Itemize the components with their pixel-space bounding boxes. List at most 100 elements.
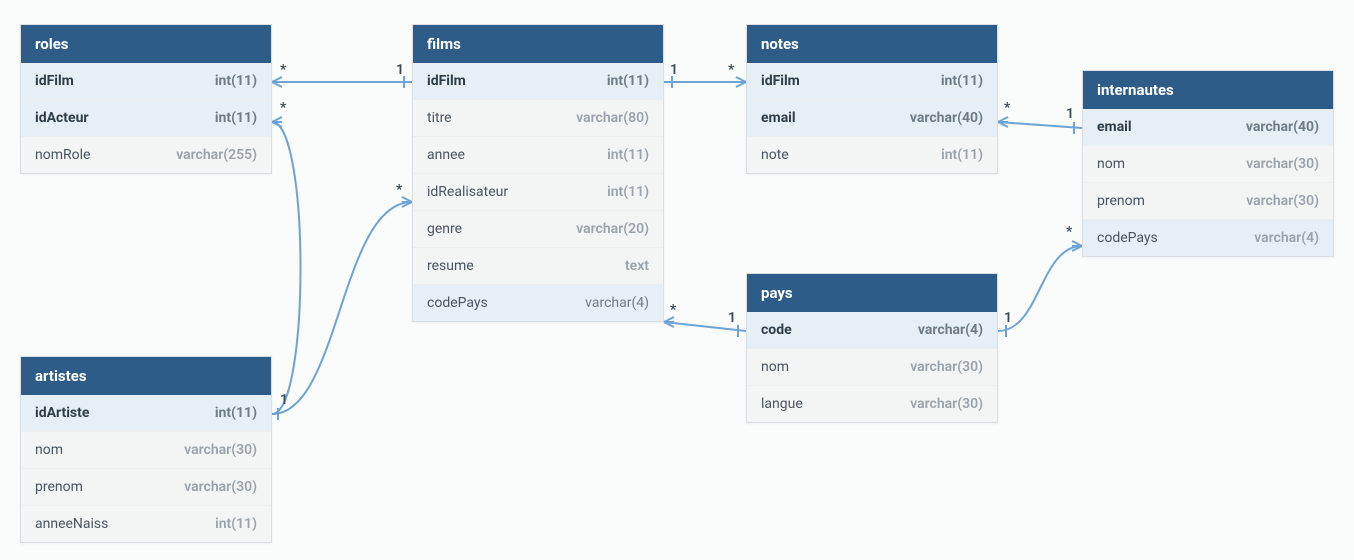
attr-roles-nomRole: nomRole varchar(255) (21, 136, 271, 173)
rel-films-pays (664, 322, 746, 331)
attr-name: idFilm (761, 73, 800, 89)
entity-internautes[interactable]: internautes email varchar(40) nom varcha… (1082, 70, 1334, 257)
attr-internautes-prenom: prenom varchar(30) (1083, 182, 1333, 219)
attr-name: nomRole (35, 147, 90, 163)
card-notes-idFilm-many: * (728, 62, 734, 78)
attr-name: idFilm (35, 73, 74, 89)
attr-name: email (761, 110, 796, 126)
attr-notes-email: email varchar(40) (747, 99, 997, 136)
attr-name: codePays (427, 295, 488, 311)
attr-type: varchar(4) (918, 322, 983, 338)
entity-notes[interactable]: notes idFilm int(11) email varchar(40) n… (746, 24, 998, 174)
attr-name: idArtiste (35, 405, 89, 421)
entity-films-header: films (413, 25, 663, 63)
entity-notes-header: notes (747, 25, 997, 63)
attr-roles-idActeur: idActeur int(11) (21, 99, 271, 136)
attr-roles-idFilm: idFilm int(11) (21, 63, 271, 99)
attr-type: varchar(40) (1246, 119, 1319, 135)
attr-internautes-codePays: codePays varchar(4) (1083, 219, 1333, 256)
attr-name: nom (35, 442, 63, 458)
entity-roles[interactable]: roles idFilm int(11) idActeur int(11) no… (20, 24, 272, 174)
attr-type: int(11) (215, 405, 257, 421)
attr-films-annee: annee int(11) (413, 136, 663, 173)
attr-type: varchar(40) (910, 110, 983, 126)
attr-name: prenom (35, 479, 83, 495)
card-pays-code-one-r: 1 (1004, 310, 1012, 326)
attr-type: varchar(80) (576, 110, 649, 126)
attr-name: idFilm (427, 73, 466, 89)
attr-name: idRealisateur (427, 184, 508, 200)
attr-name: genre (427, 221, 462, 237)
entity-films[interactable]: films idFilm int(11) titre varchar(80) a… (412, 24, 664, 322)
card-films-codePays-many: * (670, 302, 676, 318)
attr-type: varchar(30) (910, 359, 983, 375)
attr-type: varchar(30) (184, 479, 257, 495)
attr-type: varchar(4) (585, 295, 649, 311)
card-roles-idFilm-many: * (280, 62, 286, 78)
attr-films-idFilm: idFilm int(11) (413, 63, 663, 99)
attr-name: anneeNaiss (35, 516, 108, 532)
attr-name: prenom (1097, 193, 1145, 209)
rel-roles-artistes (272, 122, 301, 414)
entity-artistes-header: artistes (21, 357, 271, 395)
attr-artistes-nom: nom varchar(30) (21, 431, 271, 468)
card-internautes-codePays-many: * (1066, 224, 1072, 240)
card-internautes-email-one: 1 (1066, 106, 1074, 122)
attr-type: int(11) (941, 147, 983, 163)
attr-internautes-nom: nom varchar(30) (1083, 145, 1333, 182)
entity-internautes-header: internautes (1083, 71, 1333, 109)
attr-name: note (761, 147, 789, 163)
entity-pays[interactable]: pays code varchar(4) nom varchar(30) lan… (746, 273, 998, 423)
rel-notes-internautes (998, 122, 1082, 128)
entity-roles-header: roles (21, 25, 271, 63)
attr-name: nom (761, 359, 789, 375)
attr-name: titre (427, 110, 452, 126)
attr-name: resume (427, 258, 474, 274)
attr-films-codePays: codePays varchar(4) (413, 284, 663, 321)
attr-films-idRealisateur: idRealisateur int(11) (413, 173, 663, 210)
card-notes-email-many: * (1004, 100, 1010, 116)
attr-type: int(11) (215, 110, 257, 126)
attr-type: int(11) (607, 73, 649, 89)
card-roles-idActeur-many: * (280, 100, 286, 116)
attr-artistes-prenom: prenom varchar(30) (21, 468, 271, 505)
attr-type: int(11) (607, 184, 649, 200)
attr-notes-note: note int(11) (747, 136, 997, 173)
entity-artistes[interactable]: artistes idArtiste int(11) nom varchar(3… (20, 356, 272, 543)
attr-films-resume: resume text (413, 247, 663, 284)
attr-type: varchar(30) (1246, 193, 1319, 209)
attr-type: varchar(255) (176, 147, 257, 163)
erd-canvas: { "entities": { "roles": { "title": "rol… (0, 0, 1354, 560)
attr-name: annee (427, 147, 465, 163)
card-films-idFilm-one-l: 1 (396, 62, 404, 78)
rel-films-artistes (272, 202, 412, 414)
attr-type: varchar(30) (910, 396, 983, 412)
attr-name: nom (1097, 156, 1125, 172)
attr-films-titre: titre varchar(80) (413, 99, 663, 136)
attr-type: int(11) (215, 73, 257, 89)
attr-type: varchar(4) (1254, 230, 1319, 246)
attr-notes-idFilm: idFilm int(11) (747, 63, 997, 99)
attr-name: codePays (1097, 230, 1158, 246)
attr-pays-nom: nom varchar(30) (747, 348, 997, 385)
attr-name: code (761, 322, 792, 338)
attr-type: text (625, 258, 649, 274)
rel-internautes-pays (998, 246, 1082, 331)
attr-pays-code: code varchar(4) (747, 312, 997, 348)
attr-artistes-anneeNaiss: anneeNaiss int(11) (21, 505, 271, 542)
card-pays-code-one-l: 1 (728, 310, 736, 326)
attr-name: langue (761, 396, 803, 412)
attr-name: idActeur (35, 110, 89, 126)
card-films-idFilm-one-r: 1 (670, 62, 678, 78)
attr-films-genre: genre varchar(20) (413, 210, 663, 247)
card-films-idReal-many: * (396, 182, 402, 198)
attr-type: varchar(30) (1246, 156, 1319, 172)
attr-name: email (1097, 119, 1132, 135)
entity-pays-header: pays (747, 274, 997, 312)
attr-internautes-email: email varchar(40) (1083, 109, 1333, 145)
attr-artistes-idArtiste: idArtiste int(11) (21, 395, 271, 431)
attr-type: int(11) (941, 73, 983, 89)
attr-type: int(11) (607, 147, 649, 163)
attr-type: varchar(30) (184, 442, 257, 458)
card-artistes-id-one: 1 (280, 392, 288, 408)
